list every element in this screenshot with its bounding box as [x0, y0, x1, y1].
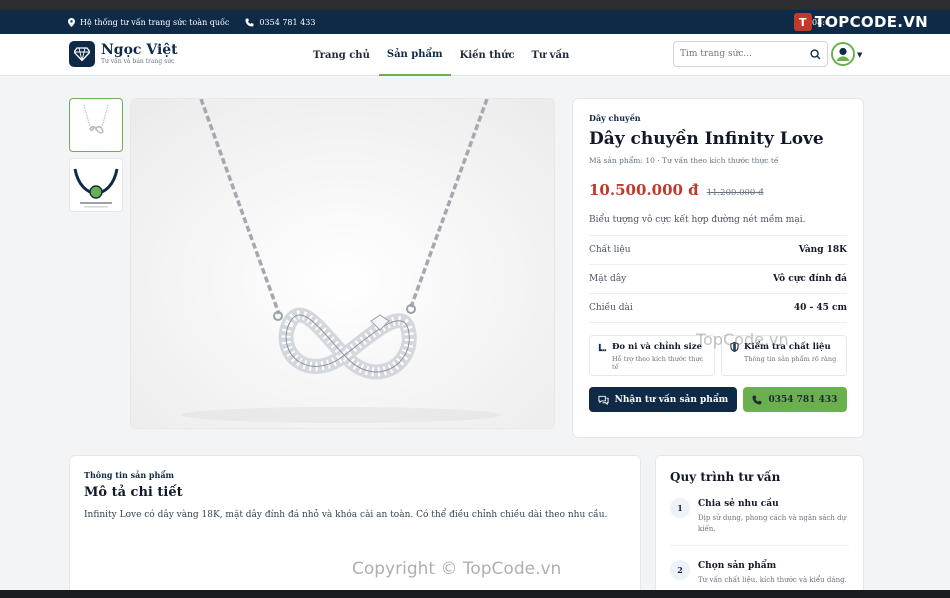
- product-main-image[interactable]: [130, 98, 555, 429]
- action-buttons: Nhận tư vấn sản phẩm 0354 781 433: [589, 387, 847, 412]
- process-card: Quy trình tư vấn 1 Chia sẻ nhu cầu Dịp s…: [655, 455, 864, 598]
- phone-icon: [245, 17, 254, 27]
- ruler-icon: [598, 343, 607, 351]
- thumbnail-necklace[interactable]: [69, 98, 123, 152]
- process-step: 1 Chia sẻ nhu cầu Dịp sử dụng, phong các…: [670, 498, 849, 546]
- step-title: Chia sẻ nhu cầu: [698, 499, 779, 509]
- brand-tagline: Tư vấn và bán trang sức: [101, 58, 175, 65]
- chevron-down-icon[interactable]: ▼: [857, 51, 862, 59]
- search-input[interactable]: [680, 49, 810, 59]
- search-icon[interactable]: [810, 48, 821, 60]
- copyright-watermark: Copyright © TopCode.vn: [352, 559, 562, 579]
- product-category[interactable]: Dây chuyền: [589, 113, 847, 123]
- step-number: 1: [670, 498, 690, 518]
- feature-subtitle: Thông tin sản phẩm rõ ràng: [744, 355, 837, 363]
- location-text: Hệ thống tư vấn trang sức toàn quốc: [80, 17, 230, 27]
- step-description: Dịp sử dụng, phong cách và ngân sách dự …: [698, 514, 847, 533]
- description-heading: Mô tả chi tiết: [84, 485, 183, 500]
- location-info: Hệ thống tư vấn trang sức toàn quốc: [68, 17, 230, 27]
- feature-title: Đo ni và chỉnh size: [612, 342, 702, 352]
- consult-button[interactable]: Nhận tư vấn sản phẩm: [589, 387, 737, 412]
- topcode-watermark-logo: T TOPCODE.VN: [793, 12, 928, 32]
- spec-row-length: Chiều dài 40 - 45 cm: [589, 294, 847, 323]
- watermark-text: TopCode.vn: [696, 330, 789, 349]
- description-section-label: Thông tin sản phẩm: [84, 470, 174, 480]
- brand-name: Ngọc Việt: [101, 42, 178, 58]
- product-short-description: Biểu tượng vô cực kết hợp đường nét mềm …: [589, 215, 847, 236]
- thumbnail-necklace-illustration[interactable]: [69, 158, 123, 212]
- phone-text: 0354 781 433: [259, 17, 316, 27]
- user-avatar[interactable]: [831, 42, 855, 66]
- product-price: 10.500.000 đ: [589, 181, 699, 199]
- nav-item-home[interactable]: Trang chủ: [305, 34, 378, 76]
- product-info-card: Dây chuyền Dây chuyền Infinity Love Mã s…: [572, 98, 864, 438]
- spec-key: Chiều dài: [589, 303, 633, 313]
- nav-item-knowledge[interactable]: Kiến thức: [452, 34, 523, 76]
- spec-value: 40 - 45 cm: [793, 303, 847, 313]
- price-row: 10.500.000 đ 11.200.000 đ: [589, 181, 847, 199]
- product-title: Dây chuyền Infinity Love: [589, 129, 824, 149]
- nav-item-consult[interactable]: Tư vấn: [523, 34, 577, 76]
- thumbnail-list: [69, 98, 123, 218]
- browser-strip: [0, 0, 950, 10]
- description-body: Infinity Love có dây vàng 18K, mặt dây đ…: [84, 510, 608, 520]
- necklace-image: [131, 99, 554, 428]
- brand[interactable]: Ngọc Việt Tư vấn và bán trang sức: [69, 41, 178, 67]
- topcode-badge-icon: T: [793, 13, 812, 31]
- process-heading: Quy trình tư vấn: [670, 470, 781, 484]
- step-title: Chọn sản phẩm: [698, 561, 777, 571]
- diamond-logo-icon: [69, 41, 95, 67]
- spec-row-pendant: Mặt dây Vô cực đính đá: [589, 265, 847, 294]
- phone-info[interactable]: 0354 781 433: [245, 18, 315, 27]
- search-box: [673, 41, 828, 67]
- topcode-logo-text: TOPCODE.VN: [814, 13, 928, 31]
- consult-button-label: Nhận tư vấn sản phẩm: [614, 394, 729, 405]
- phone-icon: [752, 395, 762, 404]
- spec-key: Mặt dây: [589, 274, 627, 284]
- spec-row-material: Chất liệu Vàng 18K: [589, 236, 847, 265]
- feature-subtitle: Hỗ trợ theo kích thước thực tế: [612, 355, 704, 371]
- chat-icon: [598, 395, 609, 405]
- user-icon: [833, 44, 853, 64]
- spec-key: Chất liệu: [589, 245, 631, 255]
- main-nav: Trang chủ Sản phẩm Kiến thức Tư vấn: [305, 34, 578, 76]
- os-taskbar: [0, 590, 950, 598]
- spec-value: Vô cực đính đá: [773, 274, 847, 284]
- step-number: 2: [670, 560, 690, 580]
- product-meta: Mã sản phẩm: 10 · Tư vấn theo kích thước…: [589, 156, 779, 165]
- site-header: Ngọc Việt Tư vấn và bán trang sức Trang …: [0, 34, 950, 76]
- nav-item-products[interactable]: Sản phẩm: [378, 34, 451, 76]
- call-button-label: 0354 781 433: [768, 394, 838, 405]
- step-description: Tư vấn chất liệu, kích thước và kiểu dán…: [698, 576, 847, 584]
- spec-value: Vàng 18K: [798, 245, 847, 255]
- call-button[interactable]: 0354 781 433: [742, 387, 847, 412]
- product-old-price: 11.200.000 đ: [706, 188, 764, 198]
- location-pin-icon: [68, 17, 75, 27]
